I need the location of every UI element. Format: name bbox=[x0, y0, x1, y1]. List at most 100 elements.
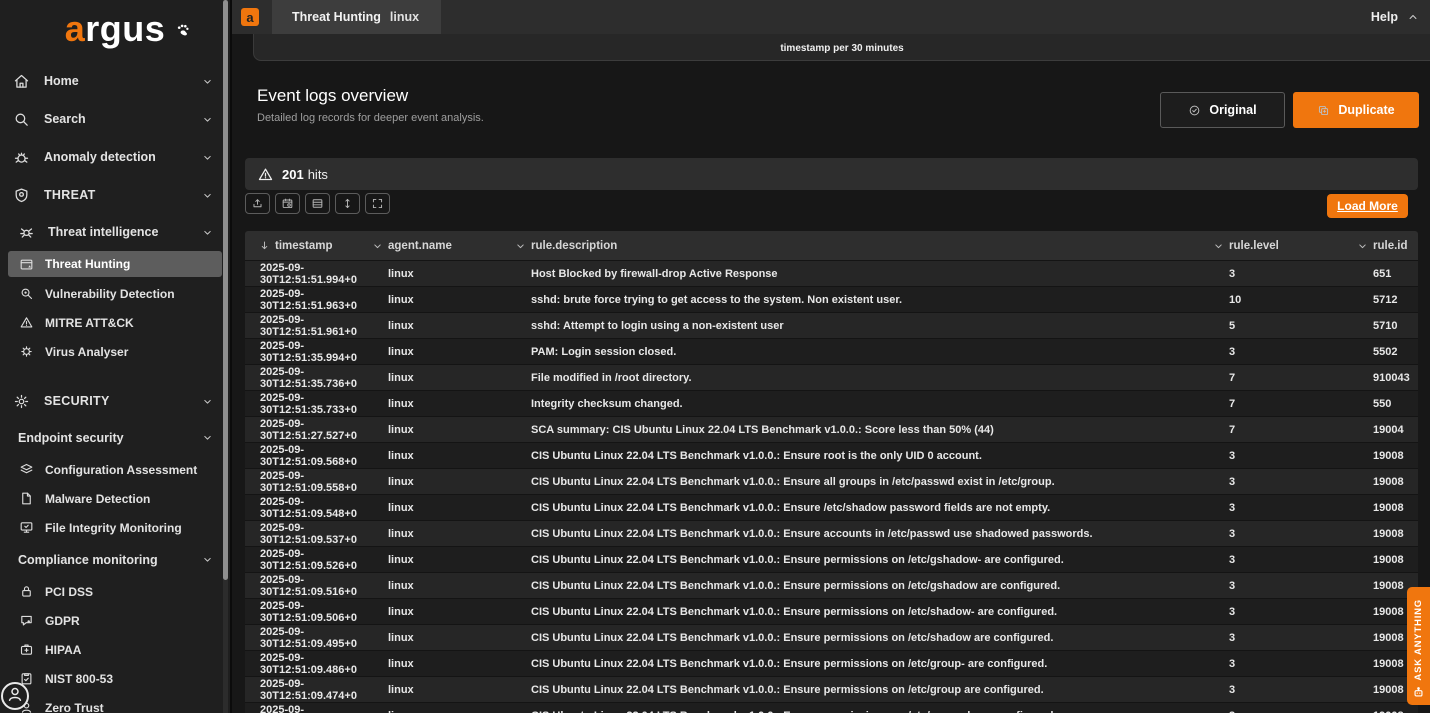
sidebar-item-vulnerability-detection[interactable]: Vulnerability Detection bbox=[0, 279, 230, 308]
sidebar-scrollbar-thumb[interactable] bbox=[223, 0, 228, 580]
column-header-rule-description[interactable]: rule.description bbox=[531, 240, 1229, 252]
export-button[interactable] bbox=[245, 193, 270, 214]
cell-desc: sshd: Attempt to login using a non-exist… bbox=[531, 320, 1229, 332]
sidebar-item-zero-trust[interactable]: Zero Trust bbox=[0, 693, 230, 713]
sidebar-item-threat[interactable]: THREAT bbox=[0, 176, 230, 214]
table-row[interactable]: 2025-09-30T12:51:09.474+0linuxCIS Ubuntu… bbox=[245, 676, 1418, 702]
sidebar-item-mitre-attack[interactable]: MITRE ATT&CK bbox=[0, 308, 230, 337]
duplicate-button[interactable]: Duplicate bbox=[1293, 92, 1419, 128]
search-icon bbox=[13, 111, 30, 128]
hits-label: hits bbox=[308, 167, 328, 182]
help-button[interactable]: Help bbox=[1371, 10, 1420, 24]
sidebar-item-pci-dss[interactable]: PCI DSS bbox=[0, 577, 230, 606]
row-height-button[interactable] bbox=[335, 193, 360, 214]
table-rows-icon bbox=[311, 197, 324, 210]
cell-desc: CIS Ubuntu Linux 22.04 LTS Benchmark v1.… bbox=[531, 632, 1229, 644]
cell-id: 19008 bbox=[1373, 476, 1418, 488]
cell-agent: linux bbox=[388, 476, 531, 488]
table-row[interactable]: 2025-09-30T12:51:35.736+0linuxFile modif… bbox=[245, 364, 1418, 390]
sidebar-item-compliance-monitoring[interactable]: Compliance monitoring bbox=[0, 542, 230, 577]
table-row[interactable]: 2025-09-30T12:51:51.963+0linuxsshd: brut… bbox=[245, 286, 1418, 312]
sidebar-item-label: Threat Hunting bbox=[45, 257, 130, 271]
page-subtitle: Detailed log records for deeper event an… bbox=[257, 112, 484, 124]
table-row[interactable]: 2025-09-30T12:51:09.463+0linuxCIS Ubuntu… bbox=[245, 702, 1418, 713]
table-row[interactable]: 2025-09-30T12:51:35.994+0linuxPAM: Login… bbox=[245, 338, 1418, 364]
sidebar-item-nist-800-53[interactable]: NIST 800-53 bbox=[0, 664, 230, 693]
column-header-timestamp[interactable]: timestamp bbox=[245, 239, 388, 252]
ask-anything-tab[interactable]: ASK ANYTHING bbox=[1407, 587, 1430, 705]
sidebar-item-malware-detection[interactable]: Malware Detection bbox=[0, 484, 230, 513]
sidebar-item-security[interactable]: SECURITY bbox=[0, 382, 230, 420]
cell-ts: 2025-09-30T12:51:09.537+0 bbox=[245, 522, 388, 546]
sidebar-item-home[interactable]: Home bbox=[0, 62, 230, 100]
table-row[interactable]: 2025-09-30T12:51:09.486+0linuxCIS Ubuntu… bbox=[245, 650, 1418, 676]
cell-agent: linux bbox=[388, 320, 531, 332]
cell-level: 3 bbox=[1229, 554, 1373, 566]
sidebar-item-configuration-assessment[interactable]: Configuration Assessment bbox=[0, 455, 230, 484]
sidebar-item-search[interactable]: Search bbox=[0, 100, 230, 138]
window-alert-icon bbox=[19, 257, 34, 272]
column-header-agent-name[interactable]: agent.name bbox=[388, 240, 531, 252]
table-row[interactable]: 2025-09-30T12:51:09.516+0linuxCIS Ubuntu… bbox=[245, 572, 1418, 598]
cell-desc: CIS Ubuntu Linux 22.04 LTS Benchmark v1.… bbox=[531, 606, 1229, 618]
sidebar-item-gdpr[interactable]: GDPR bbox=[0, 606, 230, 635]
cell-level: 10 bbox=[1229, 294, 1373, 306]
cell-ts: 2025-09-30T12:51:35.736+0 bbox=[245, 366, 388, 390]
sidebar-item-anomaly-detection[interactable]: Anomaly detection bbox=[0, 138, 230, 176]
load-more-button[interactable]: Load More bbox=[1327, 194, 1408, 218]
search-bug-icon bbox=[19, 286, 34, 301]
cell-level: 3 bbox=[1229, 450, 1373, 462]
medical-box-icon bbox=[19, 642, 34, 657]
chevron-down-icon bbox=[201, 151, 214, 164]
calendar-gear-button[interactable] bbox=[275, 193, 300, 214]
original-button[interactable]: Original bbox=[1160, 92, 1285, 128]
cell-agent: linux bbox=[388, 450, 531, 462]
cell-agent: linux bbox=[388, 502, 531, 514]
table-row[interactable]: 2025-09-30T12:51:09.548+0linuxCIS Ubuntu… bbox=[245, 494, 1418, 520]
cell-desc: CIS Ubuntu Linux 22.04 LTS Benchmark v1.… bbox=[531, 554, 1229, 566]
sidebar-item-threat-hunting[interactable]: Threat Hunting bbox=[8, 251, 222, 277]
app-mini-logo[interactable]: a bbox=[241, 8, 259, 26]
tab-threat-hunting[interactable]: Threat Hunting linux bbox=[272, 0, 441, 34]
chevron-down-icon bbox=[201, 395, 214, 408]
column-header-rule-level[interactable]: rule.level bbox=[1229, 240, 1373, 252]
cell-ts: 2025-09-30T12:51:09.474+0 bbox=[245, 678, 388, 702]
table-row[interactable]: 2025-09-30T12:51:51.994+0linuxHost Block… bbox=[245, 260, 1418, 286]
sidebar-item-label: NIST 800-53 bbox=[45, 672, 113, 686]
column-label: agent.name bbox=[388, 240, 452, 252]
sidebar-scrollbar[interactable] bbox=[223, 0, 228, 713]
table-row[interactable]: 2025-09-30T12:51:09.506+0linuxCIS Ubuntu… bbox=[245, 598, 1418, 624]
cell-ts: 2025-09-30T12:51:51.963+0 bbox=[245, 288, 388, 312]
cell-level: 7 bbox=[1229, 372, 1373, 384]
table-row[interactable]: 2025-09-30T12:51:09.526+0linuxCIS Ubuntu… bbox=[245, 546, 1418, 572]
sidebar-item-label: PCI DSS bbox=[45, 585, 93, 599]
sidebar-item-threat-intelligence[interactable]: Threat intelligence bbox=[0, 214, 230, 250]
argus-logo[interactable]: argus bbox=[0, 0, 230, 58]
sidebar-item-hipaa[interactable]: HIPAA bbox=[0, 635, 230, 664]
sidebar-item-file-integrity-monitoring[interactable]: File Integrity Monitoring bbox=[0, 513, 230, 542]
table-row[interactable]: 2025-09-30T12:51:09.537+0linuxCIS Ubuntu… bbox=[245, 520, 1418, 546]
table-rows-button[interactable] bbox=[305, 193, 330, 214]
sort-down-icon bbox=[258, 239, 271, 252]
cell-level: 3 bbox=[1229, 476, 1373, 488]
fullscreen-button[interactable] bbox=[365, 193, 390, 214]
logo-text: rgus bbox=[85, 8, 165, 50]
original-button-label: Original bbox=[1209, 103, 1256, 117]
sidebar-item-virus-analyser[interactable]: Virus Analyser bbox=[0, 337, 230, 366]
table-row[interactable]: 2025-09-30T12:51:35.733+0linuxIntegrity … bbox=[245, 390, 1418, 416]
column-label: rule.level bbox=[1229, 240, 1279, 252]
robot-icon bbox=[1411, 685, 1426, 700]
layers-icon bbox=[19, 462, 34, 477]
table-row[interactable]: 2025-09-30T12:51:27.527+0linuxSCA summar… bbox=[245, 416, 1418, 442]
table-row[interactable]: 2025-09-30T12:51:51.961+0linuxsshd: Atte… bbox=[245, 312, 1418, 338]
cell-level: 3 bbox=[1229, 606, 1373, 618]
cell-ts: 2025-09-30T12:51:09.463+0 bbox=[245, 704, 388, 713]
table-row[interactable]: 2025-09-30T12:51:09.568+0linuxCIS Ubuntu… bbox=[245, 442, 1418, 468]
table-row[interactable]: 2025-09-30T12:51:09.495+0linuxCIS Ubuntu… bbox=[245, 624, 1418, 650]
cell-level: 3 bbox=[1229, 632, 1373, 644]
sidebar-item-endpoint-security[interactable]: Endpoint security bbox=[0, 420, 230, 455]
table-row[interactable]: 2025-09-30T12:51:09.558+0linuxCIS Ubuntu… bbox=[245, 468, 1418, 494]
cell-agent: linux bbox=[388, 554, 531, 566]
avatar[interactable] bbox=[1, 682, 29, 710]
column-header-rule-id[interactable]: rule.id bbox=[1373, 240, 1418, 252]
